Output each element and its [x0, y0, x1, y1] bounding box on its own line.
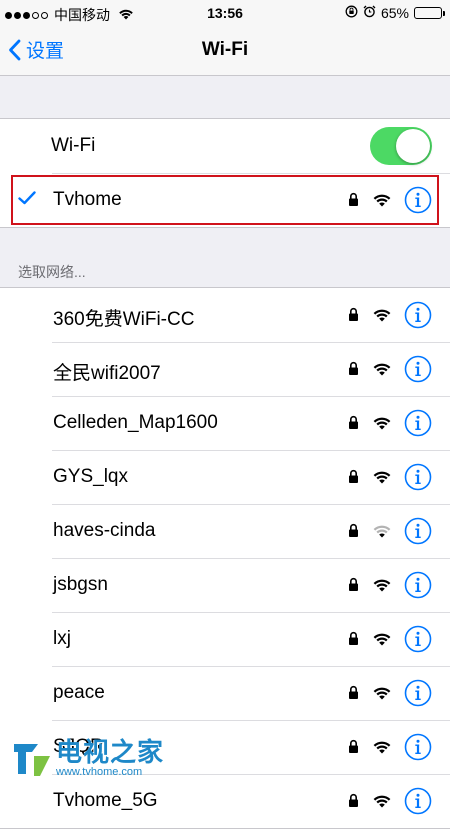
- lock-icon: [348, 793, 359, 813]
- network-name: 360免费WiFi-CC: [53, 309, 195, 330]
- wifi-signal-icon: [372, 578, 392, 597]
- alarm-icon: [363, 5, 376, 21]
- network-row[interactable]: 360免费WiFi-CC: [0, 288, 450, 342]
- wifi-signal-icon: [372, 193, 392, 212]
- rotation-lock-icon: [345, 5, 358, 21]
- info-circle-icon: [404, 787, 432, 815]
- network-name: haves-cinda: [53, 520, 156, 541]
- info-button[interactable]: [404, 409, 432, 442]
- watermark-title: 电视之家: [56, 737, 165, 767]
- info-button[interactable]: [404, 571, 432, 604]
- section-header: 选取网络...: [18, 264, 86, 280]
- network-name: Celleden_Map1600: [53, 412, 218, 433]
- info-circle-icon: [404, 409, 432, 437]
- info-circle-icon: [404, 571, 432, 599]
- wifi-signal-icon: [372, 524, 392, 543]
- wifi-toggle-row: Wi-Fi: [0, 119, 450, 173]
- info-button[interactable]: [404, 625, 432, 658]
- info-circle-icon: [404, 355, 432, 383]
- info-circle-icon: [404, 186, 432, 214]
- network-row[interactable]: 全民wifi2007: [0, 342, 450, 396]
- network-row[interactable]: lxj: [0, 612, 450, 666]
- info-circle-icon: [404, 733, 432, 761]
- navigation-bar: 设置 Wi-Fi: [0, 26, 450, 76]
- checkmark-icon: [18, 191, 36, 210]
- info-circle-icon: [404, 679, 432, 707]
- info-circle-icon: [404, 463, 432, 491]
- lock-icon: [348, 361, 359, 381]
- network-row[interactable]: GYS_lqx: [0, 450, 450, 504]
- lock-icon: [348, 739, 359, 759]
- toggle-knob: [396, 129, 430, 163]
- battery-icon: [414, 7, 445, 19]
- network-name: lxj: [53, 628, 71, 649]
- connected-network-name: Tvhome: [53, 189, 122, 210]
- lock-icon: [348, 415, 359, 435]
- info-button[interactable]: [404, 733, 432, 766]
- wifi-signal-icon: [372, 416, 392, 435]
- network-name: Tvhome_5G: [53, 790, 158, 811]
- wifi-signal-icon: [372, 632, 392, 651]
- network-row[interactable]: Tvhome_5G: [0, 774, 450, 828]
- wifi-toggle-label: Wi-Fi: [51, 135, 96, 156]
- lock-icon: [348, 307, 359, 327]
- wifi-toggle-switch[interactable]: [370, 127, 432, 165]
- info-circle-icon: [404, 301, 432, 329]
- lock-icon: [348, 631, 359, 651]
- info-circle-icon: [404, 517, 432, 545]
- info-button[interactable]: [404, 463, 432, 496]
- wifi-signal-icon: [372, 740, 392, 759]
- info-circle-icon: [404, 625, 432, 653]
- lock-icon: [348, 577, 359, 597]
- lock-icon: [348, 192, 359, 212]
- info-button[interactable]: [404, 301, 432, 334]
- network-row[interactable]: peace: [0, 666, 450, 720]
- info-button[interactable]: [404, 679, 432, 712]
- watermark-url: www.tvhome.com: [56, 766, 143, 778]
- status-bar: 中国移动 13:56 65%: [0, 0, 450, 26]
- wifi-signal-icon: [372, 686, 392, 705]
- battery-percent: 65%: [380, 5, 409, 21]
- status-right: 65%: [345, 5, 445, 21]
- network-name: GYS_lqx: [53, 466, 128, 487]
- lock-icon: [348, 685, 359, 705]
- wifi-signal-icon: [372, 308, 392, 327]
- info-button[interactable]: [404, 186, 432, 219]
- watermark: 电视之家 www.tvhome.com: [12, 738, 164, 778]
- network-name: peace: [53, 682, 105, 703]
- wifi-settings-group: Wi-Fi Tvhome: [0, 118, 450, 228]
- network-row[interactable]: Celleden_Map1600: [0, 396, 450, 450]
- wifi-signal-icon: [372, 470, 392, 489]
- info-button[interactable]: [404, 787, 432, 820]
- network-row[interactable]: haves-cinda: [0, 504, 450, 558]
- lock-icon: [348, 469, 359, 489]
- connected-network-row[interactable]: Tvhome: [0, 173, 450, 227]
- watermark-logo-icon: [12, 738, 52, 778]
- watermark-text: 电视之家 www.tvhome.com: [56, 738, 164, 778]
- lock-icon: [348, 523, 359, 543]
- wifi-signal-icon: [372, 362, 392, 381]
- info-button[interactable]: [404, 355, 432, 388]
- network-name: jsbgsn: [53, 574, 108, 595]
- network-row[interactable]: jsbgsn: [0, 558, 450, 612]
- info-button[interactable]: [404, 517, 432, 550]
- network-name: 全民wifi2007: [53, 363, 161, 384]
- page-title: Wi-Fi: [201, 39, 249, 60]
- wifi-signal-icon: [372, 794, 392, 813]
